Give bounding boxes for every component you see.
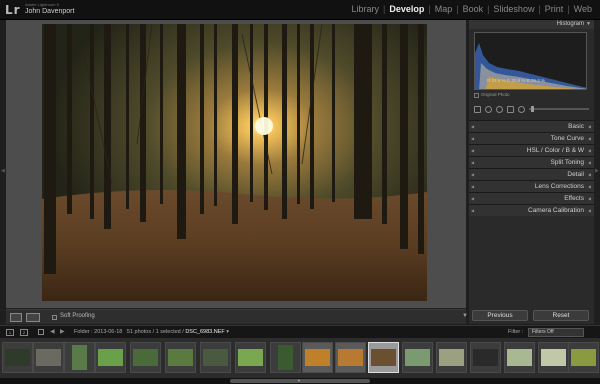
image-toolbar: Soft Proofing ▼ <box>6 309 468 324</box>
graduated-filter-icon[interactable] <box>507 105 514 113</box>
grid-view-icon[interactable] <box>38 329 44 335</box>
adjustment-brush-icon[interactable] <box>529 106 589 112</box>
crop-tool-icon[interactable] <box>474 105 481 113</box>
lightroom-logo: Lr <box>5 3 21 17</box>
radial-filter-icon[interactable] <box>518 105 525 113</box>
filmstrip-source-info[interactable]: Folder : 2013-06-18 51 photos / 1 select… <box>74 329 229 335</box>
panel-camera-calibration[interactable]: ◀ Camera Calibration ◀ <box>469 204 594 216</box>
histogram-header[interactable]: Histogram ▼ <box>469 20 594 29</box>
original-photo-label: Original Photo <box>481 92 510 97</box>
histogram-graph[interactable]: R 24.6 % G 20.9 % B 26.3 % <box>474 32 587 90</box>
spot-removal-icon[interactable] <box>485 105 492 113</box>
thumbnail-selected[interactable] <box>368 342 399 373</box>
red-eye-icon[interactable] <box>496 105 503 113</box>
loupe-view-icon[interactable] <box>10 313 22 322</box>
primary-window-button[interactable]: 1 <box>6 329 14 336</box>
thumbnail[interactable] <box>335 342 366 373</box>
histogram-title: Histogram <box>556 21 584 27</box>
thumbnail[interactable] <box>270 342 301 373</box>
module-library[interactable]: Library <box>349 4 381 14</box>
app-version: Adobe Lightroom 5 <box>25 2 59 7</box>
thumbnail[interactable] <box>130 342 161 373</box>
thumbnail[interactable] <box>2 342 33 373</box>
thumbnail[interactable] <box>33 342 64 373</box>
thumbnail[interactable] <box>302 342 333 373</box>
soft-proofing-checkbox[interactable] <box>52 315 57 320</box>
image-canvas[interactable] <box>6 20 466 308</box>
thumbnail[interactable] <box>200 342 231 373</box>
thumbnail[interactable] <box>95 342 126 373</box>
collapse-icon: ▼ <box>586 21 591 27</box>
panel-hsl[interactable]: ◀ HSL / Color / B & W ◀ <box>469 144 594 156</box>
original-photo-checkbox[interactable] <box>474 93 479 98</box>
module-picker: Library | Develop | Map | Book | Slidesh… <box>349 4 594 14</box>
module-web[interactable]: Web <box>572 4 594 14</box>
right-panel: Histogram ▼ R 24.6 % G 20.9 % B 26.3 % O… <box>469 20 594 324</box>
module-map[interactable]: Map <box>433 4 455 14</box>
filmstrip-scrollbar[interactable]: ▼ <box>0 378 600 384</box>
filmstrip-header: 1 2 ◀ ▶ Folder : 2013-06-18 51 photos / … <box>0 325 600 338</box>
filter-dropdown[interactable]: Filters Off <box>528 328 584 337</box>
panel-lens-corrections[interactable]: ◀ Lens Corrections ◀ <box>469 180 594 192</box>
panel-tone-curve[interactable]: ◀ Tone Curve ◀ <box>469 132 594 144</box>
filter-label: Filter : <box>508 329 524 335</box>
forward-arrow-icon[interactable]: ▶ <box>60 328 65 335</box>
thumbnail[interactable] <box>538 342 569 373</box>
panel-detail[interactable]: ◀ Detail ◀ <box>469 168 594 180</box>
left-panel-toggle-icon[interactable]: ◀ <box>1 168 5 174</box>
develop-panels: ◀ Basic ◀ ◀ Tone Curve ◀ ◀ HSL / Color / B & … <box>469 120 594 216</box>
module-book[interactable]: Book <box>461 4 486 14</box>
user-name: John Davenport <box>25 8 75 15</box>
identity-plate-bar: Lr Adobe Lightroom 5 John Davenport Libr… <box>0 0 600 20</box>
lightroom-window: Lr Adobe Lightroom 5 John Davenport Libr… <box>0 0 600 384</box>
thumbnail[interactable] <box>64 342 95 373</box>
toolbar-menu-icon[interactable]: ▼ <box>462 313 468 319</box>
thumbnail[interactable] <box>504 342 535 373</box>
filmstrip <box>0 338 600 378</box>
module-print[interactable]: Print <box>543 4 566 14</box>
reset-button[interactable]: Reset <box>533 310 589 321</box>
module-develop[interactable]: Develop <box>387 4 426 14</box>
back-arrow-icon[interactable]: ◀ <box>50 328 55 335</box>
soft-proofing-label: Soft Proofing <box>60 313 95 319</box>
thumbnail[interactable] <box>235 342 266 373</box>
previous-button[interactable]: Previous <box>472 310 528 321</box>
panel-split-toning[interactable]: ◀ Split Toning ◀ <box>469 156 594 168</box>
histogram-readout: R 24.6 % G 20.9 % B 26.3 % <box>487 78 546 83</box>
thumbnail[interactable] <box>402 342 433 373</box>
thumbnail[interactable] <box>568 342 599 373</box>
panel-effects[interactable]: ◀ Effects ◀ <box>469 192 594 204</box>
thumbnail[interactable] <box>470 342 501 373</box>
thumbnail[interactable] <box>436 342 467 373</box>
module-slideshow[interactable]: Slideshow <box>491 4 536 14</box>
right-panel-toggle-icon[interactable]: ▶ <box>595 168 599 174</box>
filmstrip-toggle-icon[interactable]: ▼ <box>297 378 301 383</box>
panel-basic[interactable]: ◀ Basic ◀ <box>469 120 594 132</box>
thumbnail[interactable] <box>165 342 196 373</box>
secondary-window-button[interactable]: 2 <box>20 329 28 336</box>
before-after-icon[interactable] <box>26 313 40 322</box>
tool-strip <box>474 104 589 114</box>
forest-photo <box>42 24 427 301</box>
